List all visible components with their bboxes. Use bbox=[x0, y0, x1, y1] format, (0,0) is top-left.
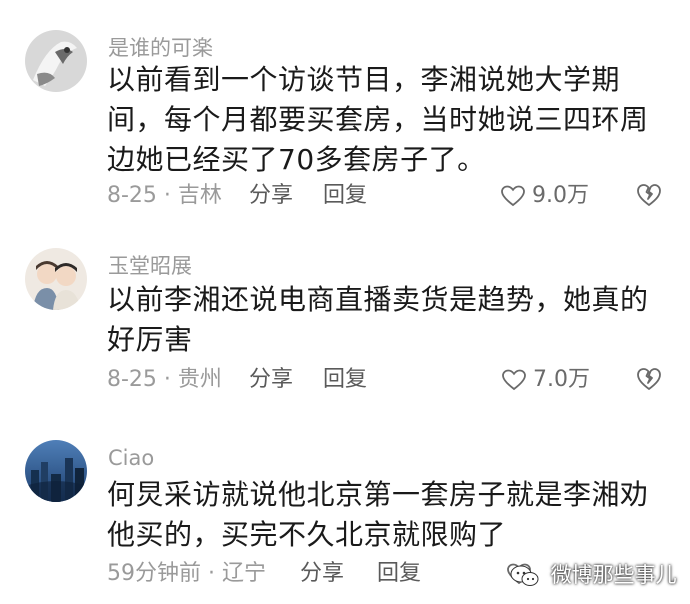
reply-button[interactable]: 回复 bbox=[323, 180, 367, 212]
time-location: 8-25 · 吉林 bbox=[107, 183, 222, 208]
username[interactable]: 玉堂昭展 bbox=[108, 253, 192, 279]
username[interactable]: 是谁的可楽 bbox=[108, 35, 213, 61]
comment-text: 何炅采访就说他北京第一套房子就是李湘劝他买的，买完不久北京就限购了 bbox=[107, 478, 649, 551]
share-button[interactable]: 分享 bbox=[249, 364, 293, 396]
comment-text: 以前看到一个访谈节目，李湘说她大学期间，每个月都要买套房，当时她说三四环周边她已… bbox=[107, 63, 649, 176]
watermark: 微博那些事儿 bbox=[510, 560, 677, 590]
dislike-button[interactable] bbox=[636, 367, 662, 393]
username[interactable]: Ciao bbox=[108, 445, 154, 471]
comment-text: 以前李湘还说电商直播卖货是趋势，她真的好厉害 bbox=[107, 283, 649, 356]
like-button[interactable]: 7.0万 bbox=[502, 364, 590, 396]
reply-button[interactable]: 回复 bbox=[377, 558, 421, 590]
like-button[interactable]: 9.0万 bbox=[501, 180, 589, 212]
heart-outline-icon bbox=[502, 369, 526, 391]
broken-heart-icon bbox=[637, 184, 661, 206]
watermark-text: 微博那些事儿 bbox=[550, 563, 677, 587]
heart-outline-icon bbox=[501, 185, 525, 207]
user-avatar[interactable] bbox=[25, 440, 87, 502]
user-avatar[interactable] bbox=[25, 248, 87, 310]
reply-button[interactable]: 回复 bbox=[323, 364, 367, 396]
dislike-button[interactable] bbox=[636, 183, 662, 209]
like-count: 9.0万 bbox=[532, 183, 589, 208]
time-location: 59分钟前 · 辽宁 bbox=[107, 561, 266, 586]
broken-heart-icon bbox=[637, 368, 661, 390]
share-button[interactable]: 分享 bbox=[249, 180, 293, 212]
time-location: 8-25 · 贵州 bbox=[107, 367, 222, 392]
share-button[interactable]: 分享 bbox=[300, 558, 344, 590]
user-avatar[interactable] bbox=[25, 30, 87, 92]
wechat-official-account-icon bbox=[510, 565, 539, 586]
like-count: 7.0万 bbox=[533, 367, 590, 392]
